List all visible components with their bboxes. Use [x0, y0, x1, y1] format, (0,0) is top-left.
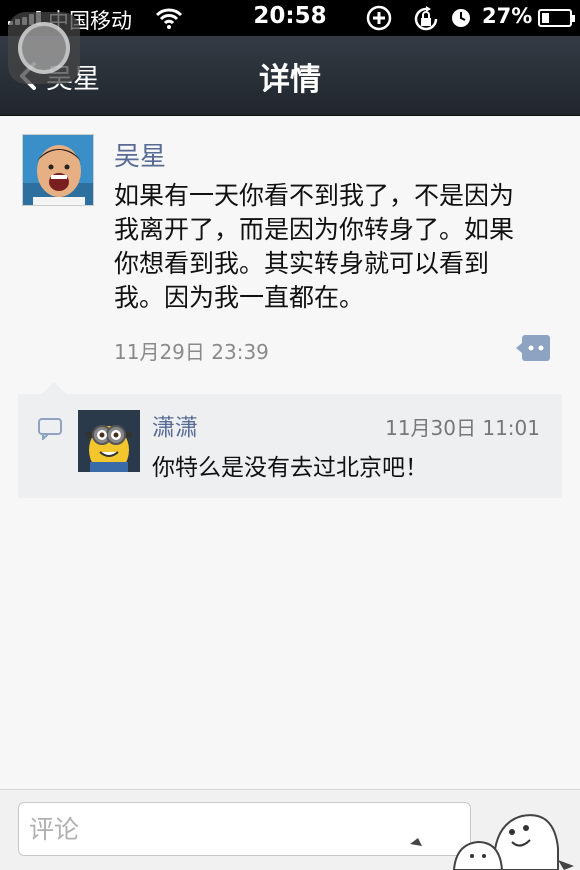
child-avatar-image — [23, 135, 93, 205]
minion-avatar-image — [78, 410, 140, 472]
battery-level — [542, 13, 549, 23]
commenter-avatar[interactable] — [78, 410, 140, 472]
author-avatar[interactable] — [22, 134, 94, 206]
plus-circle-icon — [366, 5, 392, 31]
rotation-lock-icon — [414, 6, 438, 31]
comment-menu-icon[interactable] — [516, 335, 550, 361]
assistive-touch-icon — [18, 22, 70, 74]
comments-section: 潇潇 11月30日 11:01 你特么是没有去过北京吧！ — [18, 382, 562, 498]
author-name[interactable]: 吴星 — [114, 136, 166, 173]
navigation-bar: 吴星 详情 — [0, 36, 580, 116]
assistive-touch-button[interactable] — [8, 12, 80, 84]
commenter-name[interactable]: 潇潇 — [152, 408, 198, 442]
comment-text: 你特么是没有去过北京吧！ — [152, 455, 428, 481]
battery-percent: 27% — [482, 4, 533, 28]
post-text: 如果有一天你看不到我了，不是因为我离开了，而是因为你转身了。如果你想看到我。其实… — [114, 181, 515, 312]
comment-input-bar — [0, 789, 580, 870]
cartoon-watermark-icon — [410, 814, 574, 870]
comment-bubble-icon — [38, 418, 62, 440]
status-bar: 中国移动 20:58 27% — [0, 0, 580, 36]
comment-input[interactable] — [18, 802, 471, 856]
post-timestamp: 11月29日 23:39 — [114, 340, 269, 364]
alarm-icon — [452, 9, 470, 27]
comment-timestamp: 11月30日 11:01 — [385, 416, 540, 440]
page-title: 详情 — [259, 62, 321, 98]
battery-icon — [538, 9, 575, 27]
